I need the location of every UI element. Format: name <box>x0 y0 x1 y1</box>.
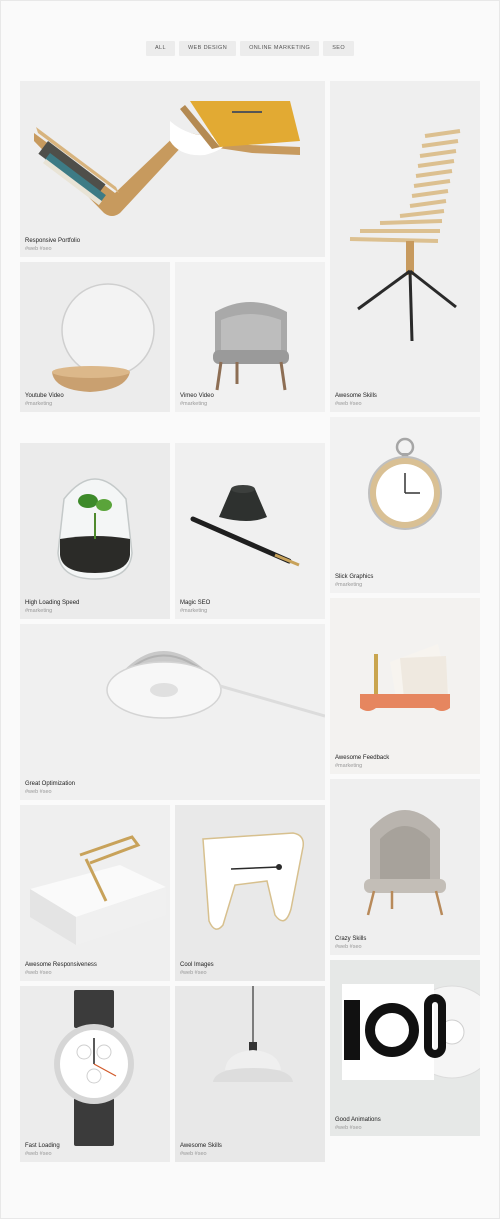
item-caption: Vimeo Video #marketing <box>180 392 214 408</box>
item-tags: #web #seo <box>25 1151 52 1157</box>
item-caption: Awesome Responsiveness #web #seo <box>25 961 97 977</box>
item-tags: #web #seo <box>180 970 207 976</box>
item-caption: Fast Loading #web #seo <box>25 1142 60 1158</box>
item-title: Awesome Responsiveness <box>25 962 97 968</box>
terrarium-image <box>57 478 133 580</box>
portfolio-item[interactable]: High Loading Speed #marketing <box>20 443 170 619</box>
item-caption: Awesome Feedback #marketing <box>335 754 389 770</box>
item-title: Slick Graphics <box>335 574 374 580</box>
item-tags: #marketing <box>25 401 53 407</box>
item-caption: Awesome Skills #web #seo <box>335 392 377 408</box>
item-tags: #web #seo <box>180 1151 207 1157</box>
watch-image <box>54 990 134 1146</box>
item-caption: High Loading Speed #marketing <box>25 599 79 615</box>
item-title: Good Animations <box>335 1117 381 1123</box>
item-tags: #marketing <box>180 608 208 614</box>
item-caption: Responsive Portfolio #web #seo <box>25 237 80 253</box>
item-tags: #marketing <box>335 582 363 588</box>
portfolio-item[interactable]: Awesome Feedback #marketing <box>330 598 480 774</box>
lamp-image <box>106 650 325 719</box>
item-title: Awesome Feedback <box>335 755 390 761</box>
portfolio-item[interactable]: Cool Images #web #seo <box>175 805 325 981</box>
item-caption: Youtube Video #marketing <box>25 392 64 408</box>
item-title: Cool Images <box>180 962 214 968</box>
portfolio-item[interactable]: Youtube Video #marketing <box>20 262 170 412</box>
item-caption: Great Optimization #web #seo <box>25 780 75 796</box>
item-tags: #web #seo <box>25 970 52 976</box>
item-title: Great Optimization <box>25 781 76 787</box>
item-caption: Good Animations #web #seo <box>335 1116 381 1132</box>
bookshelf-image <box>34 101 300 216</box>
chair-image <box>349 129 461 342</box>
portfolio-item[interactable]: Great Optimization #web #seo <box>20 624 325 800</box>
portfolio-item[interactable]: Slick Graphics #marketing <box>330 417 480 593</box>
item-title: Awesome Skills <box>335 393 377 399</box>
pendant-lamp-image <box>213 986 293 1082</box>
armchair-image <box>213 302 289 391</box>
item-caption: Slick Graphics #marketing <box>335 573 373 589</box>
portfolio-item[interactable]: Awesome Skills #web #seo <box>330 81 480 412</box>
item-title: Vimeo Video <box>180 393 214 399</box>
portfolio-item[interactable]: Awesome Responsiveness #web #seo <box>20 805 170 981</box>
item-tags: #marketing <box>180 401 208 407</box>
item-title: Magic SEO <box>180 600 211 606</box>
item-title: High Loading Speed <box>25 600 80 606</box>
book-clip-image <box>30 835 166 945</box>
item-tags: #web #seo <box>335 1125 362 1131</box>
item-tags: #web #seo <box>25 789 52 795</box>
portfolio-item[interactable]: Magic SEO #marketing <box>175 443 325 619</box>
item-title: Awesome Skills <box>180 1143 222 1149</box>
mirror-image <box>52 283 155 392</box>
item-caption: Magic SEO #marketing <box>180 599 210 615</box>
item-tags: #web #seo <box>335 944 362 950</box>
item-caption: Awesome Skills #web #seo <box>180 1142 222 1158</box>
item-title: Responsive Portfolio <box>25 238 81 244</box>
item-title: Crazy Skills <box>335 936 367 942</box>
vinyl-record-image <box>342 984 480 1080</box>
item-title: Fast Loading <box>25 1143 60 1149</box>
portfolio-grid: Responsive Portfolio #web #seo Awesome S… <box>0 0 500 1219</box>
item-tags: #marketing <box>335 763 363 769</box>
item-tags: #marketing <box>25 608 53 614</box>
item-tags: #web #seo <box>335 401 362 407</box>
portfolio-item[interactable]: Good Animations #web #seo <box>330 960 480 1136</box>
item-tags: #web #seo <box>25 246 52 252</box>
portfolio-item[interactable]: Responsive Portfolio #web #seo <box>20 81 325 257</box>
pen-image <box>190 485 300 567</box>
item-caption: Cool Images #web #seo <box>180 961 214 977</box>
item-caption: Crazy Skills #web #seo <box>335 935 366 951</box>
portfolio-item[interactable]: Crazy Skills #web #seo <box>330 779 480 955</box>
portfolio-item[interactable]: Awesome Skills #web #seo <box>175 986 325 1162</box>
lounge-chair-image <box>364 810 446 916</box>
portfolio-item[interactable]: Vimeo Video #marketing <box>175 262 325 412</box>
letter-holder-image <box>360 644 450 711</box>
clock-image <box>368 437 442 530</box>
portfolio-item[interactable]: Fast Loading #web #seo <box>20 986 170 1162</box>
item-title: Youtube Video <box>25 393 64 399</box>
stool-image <box>202 832 305 930</box>
